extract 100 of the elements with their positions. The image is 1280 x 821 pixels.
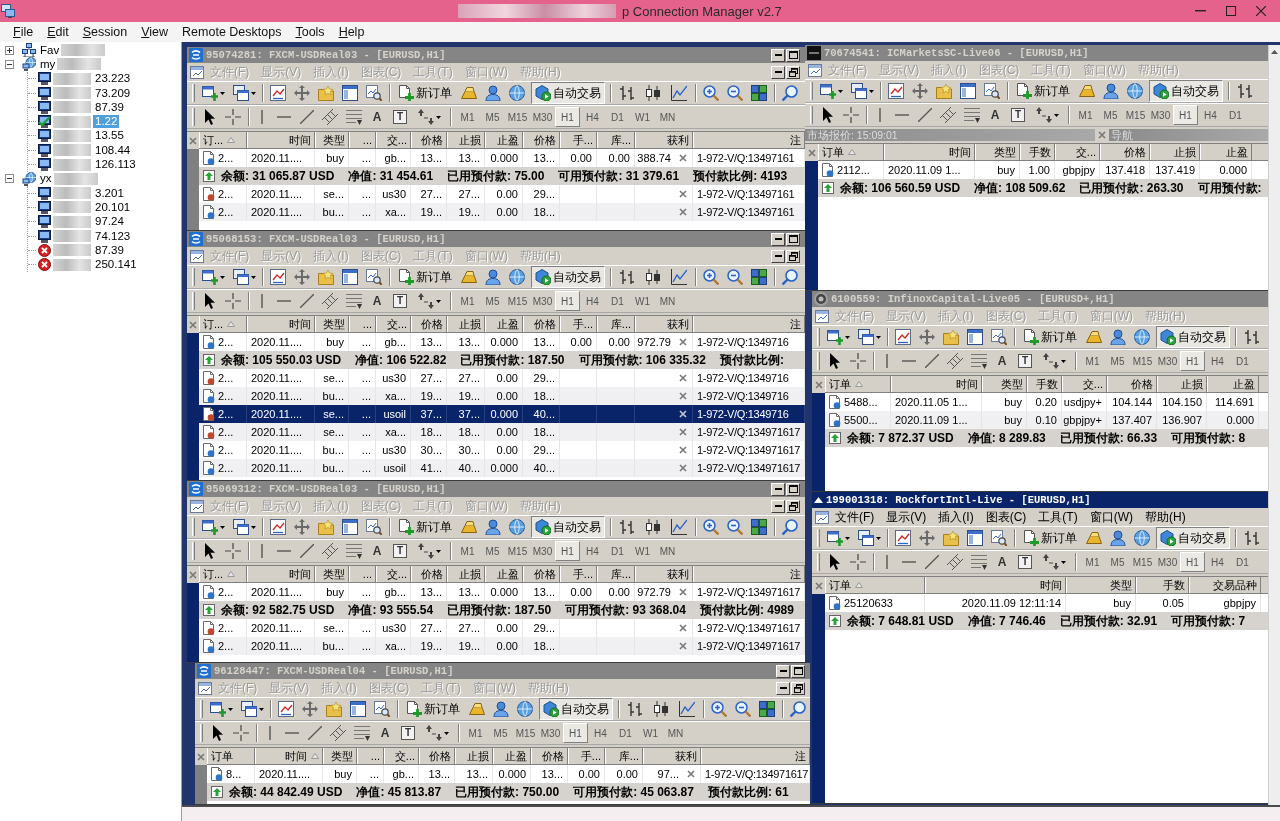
minimize-icon[interactable] — [774, 488, 782, 490]
chart-window-icon[interactable] — [190, 249, 204, 263]
star-folder-icon[interactable] — [943, 329, 959, 345]
star-folder-icon[interactable] — [943, 530, 959, 546]
caret-icon[interactable] — [219, 91, 225, 95]
document-plus-icon[interactable] — [398, 269, 414, 285]
column-header[interactable]: 止损 — [447, 566, 485, 582]
column-header[interactable]: 价格 — [1107, 376, 1157, 392]
crosshair-icon[interactable] — [225, 293, 241, 309]
magnifier-chart-icon[interactable] — [991, 530, 1007, 546]
chart-plus-icon[interactable] — [826, 329, 843, 345]
auto-trading-button[interactable]: 自动交易 — [1156, 527, 1230, 549]
vertical-scrollbar[interactable] — [1268, 45, 1280, 805]
star-folder-icon[interactable] — [318, 269, 334, 285]
move-icon[interactable] — [294, 85, 310, 101]
caret-icon[interactable] — [1053, 113, 1059, 117]
timeframe-button[interactable]: H1 — [1173, 105, 1198, 125]
timeframe-button[interactable]: W1 — [630, 291, 655, 311]
error-icon[interactable] — [38, 243, 51, 257]
computer-icon[interactable] — [38, 200, 51, 214]
table-row[interactable]: 2... 2020.11.... bu... ... xa... 19... 19... 0.00 18... 1-972-V/Q:134971617 — [199, 637, 805, 655]
expand-icon[interactable] — [5, 45, 14, 55]
tree-item[interactable]: 97.24 — [93, 215, 126, 229]
document-plus-icon[interactable] — [1023, 530, 1039, 546]
ingot-icon[interactable] — [469, 701, 485, 717]
close-icon[interactable] — [679, 190, 687, 198]
person-icon[interactable] — [485, 519, 501, 535]
magnifier-chart-icon[interactable] — [991, 329, 1007, 345]
column-header[interactable]: 类型 — [323, 748, 357, 764]
close-icon[interactable] — [687, 770, 695, 778]
candlestick-icon[interactable] — [653, 701, 669, 717]
column-header[interactable]: 价格 — [411, 316, 447, 332]
caret-icon[interactable] — [227, 707, 233, 711]
cube-play-icon[interactable] — [535, 85, 551, 101]
timeframe-button[interactable]: M15 — [1130, 552, 1155, 572]
close-icon[interactable] — [679, 624, 687, 632]
globe-icon[interactable] — [509, 519, 525, 535]
column-header[interactable]: 交... — [376, 132, 411, 148]
line-chart-icon[interactable] — [671, 269, 687, 285]
globe-icon[interactable] — [517, 701, 533, 717]
auto-trading-button[interactable]: 自动交易 — [531, 266, 605, 288]
candlestick-icon[interactable] — [645, 269, 661, 285]
column-header[interactable]: 价格 — [411, 566, 447, 582]
text-tool-button[interactable]: A — [987, 105, 1003, 125]
tree-group[interactable]: my — [38, 57, 58, 71]
timeframe-button[interactable]: H4 — [588, 723, 613, 743]
bar-chart-icon[interactable] — [1244, 530, 1260, 546]
line-chart-icon[interactable] — [679, 701, 695, 717]
menu-item[interactable]: 显示(V) — [880, 508, 933, 526]
timeframe-button[interactable]: W1 — [630, 541, 655, 561]
bar-chart-icon[interactable] — [627, 701, 643, 717]
zoom-out-icon[interactable] — [727, 85, 743, 101]
close-icon[interactable] — [679, 374, 687, 382]
close-icon[interactable] — [679, 446, 687, 454]
timeframe-button[interactable]: M5 — [480, 291, 505, 311]
text-tool-button[interactable]: A — [369, 541, 385, 561]
new-order-button[interactable]: 新订单 — [1012, 80, 1074, 102]
timeframe-button[interactable]: H1 — [555, 107, 580, 127]
caret-up-icon[interactable] — [1271, 50, 1278, 54]
zoom-in-icon[interactable] — [703, 519, 719, 535]
column-header[interactable]: 注 — [693, 316, 805, 332]
move-icon[interactable] — [302, 701, 318, 717]
computer-icon[interactable] — [38, 158, 51, 171]
text-tool-button[interactable]: A — [994, 552, 1010, 572]
line-chart-icon[interactable] — [671, 519, 687, 535]
timeframe-button[interactable]: M15 — [513, 723, 538, 743]
line-chart-icon[interactable] — [671, 85, 687, 101]
column-header[interactable]: 止损 — [1157, 376, 1207, 392]
caret-icon[interactable] — [250, 275, 256, 279]
windows-icon[interactable] — [850, 83, 867, 99]
caret-icon[interactable] — [250, 91, 256, 95]
timeframe-button[interactable]: M1 — [1080, 552, 1105, 572]
chart-plus-icon[interactable] — [209, 701, 226, 717]
column-header[interactable]: 价格 — [523, 132, 560, 148]
minimize-icon[interactable] — [774, 54, 782, 56]
timeframe-button[interactable]: H1 — [555, 291, 580, 311]
cube-play-icon[interactable] — [535, 269, 551, 285]
caret-icon[interactable] — [837, 89, 843, 93]
tree-item[interactable]: 3.201 — [93, 186, 126, 200]
arrows-icon[interactable] — [1035, 107, 1052, 123]
zoom-in-icon[interactable] — [711, 701, 727, 717]
column-header[interactable]: 价格 — [419, 748, 455, 764]
new-order-button[interactable]: 新订单 — [394, 82, 456, 104]
close-icon[interactable] — [679, 428, 687, 436]
move-icon[interactable] — [294, 519, 310, 535]
trend-line-icon[interactable] — [925, 555, 939, 569]
stacked-lines-icon[interactable] — [346, 543, 362, 559]
zoom-out-icon[interactable] — [727, 269, 743, 285]
caret-icon[interactable] — [875, 335, 881, 339]
text-tool-button[interactable]: A — [377, 723, 393, 743]
minimize-button[interactable] — [771, 232, 785, 246]
price-window-icon[interactable] — [278, 701, 294, 717]
menu-item[interactable]: Remote Desktops — [176, 22, 288, 42]
minimize-icon[interactable] — [779, 687, 787, 689]
caret-icon[interactable] — [1060, 359, 1066, 363]
column-header[interactable]: 止盈 — [485, 566, 523, 582]
timeframe-button[interactable]: H1 — [555, 541, 580, 561]
timeframe-button[interactable]: M30 — [1148, 105, 1173, 125]
error-icon[interactable] — [38, 258, 51, 272]
magnifier-chart-icon[interactable] — [366, 269, 382, 285]
